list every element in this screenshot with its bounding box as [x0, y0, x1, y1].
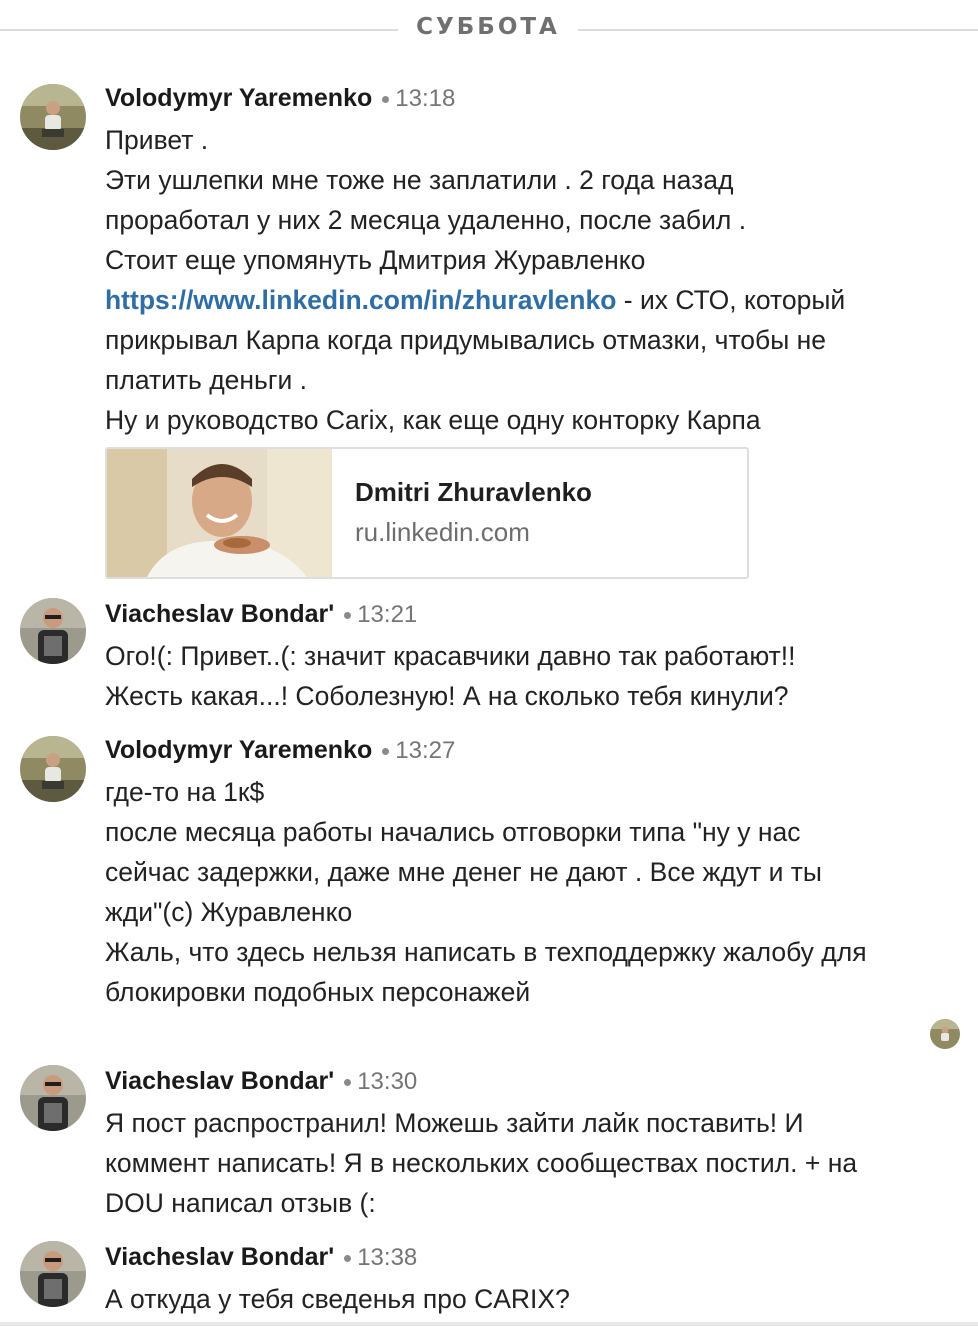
bottom-divider [0, 1322, 978, 1326]
author-name[interactable]: Volodymyr Yaremenko [105, 84, 372, 112]
message-time: 13:18 [395, 85, 456, 112]
message-line: прикрывал Карпа когда придумывались отма… [105, 325, 826, 355]
separator-dot [344, 1079, 352, 1087]
author-name[interactable]: Volodymyr Yaremenko [105, 736, 372, 764]
message-line: коммент написать! Я в нескольких сообщес… [105, 1148, 858, 1178]
message-line: Жаль, что здесь нельзя написать в техпод… [105, 937, 867, 967]
link-tail-text: - их СТО, который [616, 285, 846, 315]
message-line: блокировки подобных персонажей [105, 977, 531, 1007]
message-header: Viacheslav Bondar' 13:38 [105, 1241, 417, 1273]
message-time: 13:27 [395, 737, 456, 764]
message-line: где-то на 1к$ [105, 777, 265, 807]
link-preview-card[interactable]: Dmitri Zhuravlenko ru.linkedin.com [105, 447, 749, 579]
message-header: Volodymyr Yaremenko 13:27 [105, 734, 455, 766]
user-avatar-photo[interactable] [20, 1241, 86, 1307]
message-line: жди"(с) Журавленко [105, 897, 353, 927]
user-avatar-photo[interactable] [20, 736, 86, 802]
user-avatar-photo[interactable] [20, 84, 86, 150]
separator-dot [382, 748, 390, 756]
author-name[interactable]: Viacheslav Bondar' [105, 1243, 334, 1271]
read-receipt-avatar [930, 1019, 960, 1049]
message-line: сейчас задержки, даже мне денег не дают … [105, 857, 822, 887]
message-line: Я пост распространил! Можешь зайти лайк … [105, 1108, 804, 1138]
message-header: Viacheslav Bondar' 13:30 [105, 1065, 417, 1097]
preview-thumbnail [107, 449, 332, 577]
user-avatar-photo[interactable] [20, 598, 86, 664]
separator-line-right [578, 29, 978, 31]
message-body: где-то на 1к$ после месяца работы начали… [105, 772, 965, 1012]
message-time: 13:30 [357, 1068, 418, 1095]
user-avatar-photo[interactable] [20, 1065, 86, 1131]
message-body: А откуда у тебя сведенья про CARIX? [105, 1279, 965, 1319]
author-name[interactable]: Viacheslav Bondar' [105, 1067, 334, 1095]
preview-domain: ru.linkedin.com [355, 517, 530, 547]
message-body: Привет . Эти ушлепки мне тоже не заплати… [105, 120, 965, 440]
separator-dot [344, 1255, 352, 1263]
separator-line-left [0, 29, 398, 31]
author-name[interactable]: Viacheslav Bondar' [105, 600, 334, 628]
message-line: Жесть какая...! Соболезную! А на сколько… [105, 681, 789, 711]
separator-dot [344, 612, 352, 620]
message-line: DOU написал отзыв (: [105, 1188, 376, 1218]
preview-title: Dmitri Zhuravlenko [355, 477, 592, 507]
message-line: Привет . [105, 125, 209, 155]
message-line: Эти ушлепки мне тоже не заплатили . 2 го… [105, 165, 734, 195]
message-header: Volodymyr Yaremenko 13:18 [105, 82, 455, 114]
day-separator-label: СУББОТА [416, 14, 560, 40]
message-time: 13:38 [357, 1244, 418, 1271]
message-body: Я пост распространил! Можешь зайти лайк … [105, 1103, 965, 1223]
message-line: после месяца работы начались отговорки т… [105, 817, 801, 847]
day-separator: СУББОТА [0, 0, 978, 60]
message-line: Ну и руководство Carix, как еще одну кон… [105, 405, 761, 435]
message-line: Ого!(: Привет..(: значит красавчики давн… [105, 641, 796, 671]
message-header: Viacheslav Bondar' 13:21 [105, 598, 417, 630]
message-line: проработал у них 2 месяца удаленно, посл… [105, 205, 747, 235]
message-line: платить деньги . [105, 365, 308, 395]
separator-dot [382, 96, 390, 104]
message-line: Стоит еще упомянуть Дмитрия Журавленко [105, 245, 646, 275]
message-line: А откуда у тебя сведенья про CARIX? [105, 1284, 570, 1314]
message-time: 13:21 [357, 601, 418, 628]
message-line-with-link: https://www.linkedin.com/in/zhuravlenko … [105, 280, 965, 320]
message-body: Ого!(: Привет..(: значит красавчики давн… [105, 636, 965, 716]
linkedin-link[interactable]: https://www.linkedin.com/in/zhuravlenko [105, 285, 616, 315]
